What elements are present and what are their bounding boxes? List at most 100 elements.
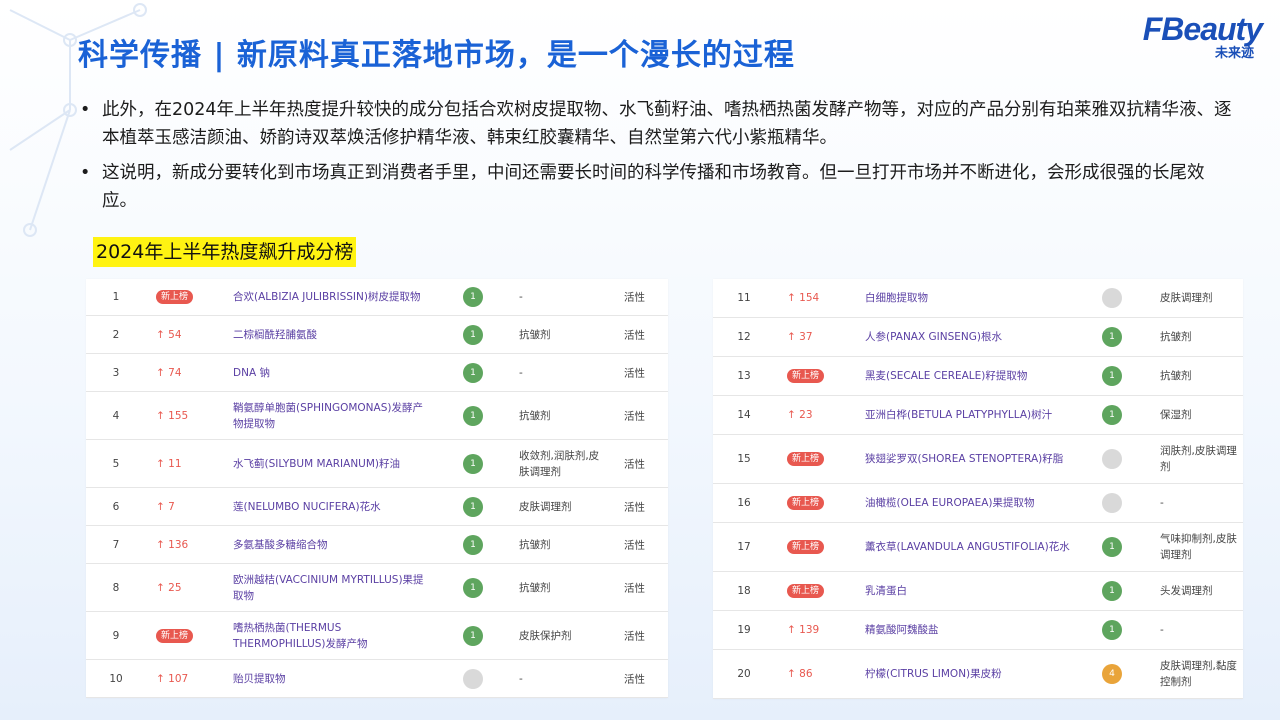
ingredient-name[interactable]: 人参(PANAX GINSENG)根水 [865,329,1070,345]
trend-indicator: ↑ 154 [787,292,820,304]
page-title: 科学传播 | 新原料真正落地市场，是一个漫长的过程 [78,38,795,73]
new-entry-badge: 新上榜 [787,452,825,466]
ranking-row: 11 ↑ 154 白细胞提取物 皮肤调理剂 [713,279,1243,318]
ingredient-name[interactable]: 油橄榄(OLEA EUROPAEA)果提取物 [865,495,1070,511]
safety-score-badge [1102,288,1122,308]
safety-score-badge: 1 [463,577,483,598]
trend-indicator: ↑ 7 [156,500,175,513]
safety-score-badge: 1 [463,362,483,383]
function-label: 抗皱剂 [1160,331,1192,343]
safety-score-badge: 1 [463,287,483,307]
rank-number: 3 [112,366,120,379]
ranking-row: 4 ↑ 155 鞘氨醇单胞菌(SPHINGOMONAS)发酵产物提取物 1 抗皱剂 活性 [86,392,668,440]
bullet-list: 此外，在2024年上半年热度提升较快的成分包括合欢树皮提取物、水飞蓟籽油、嗜热栖… [78,96,1238,222]
ingredient-name[interactable]: 乳清蛋白 [865,583,1070,599]
trend-indicator: 新上榜 [787,452,825,466]
function-label: - [1160,624,1164,636]
ingredient-name[interactable]: 薰衣草(LAVANDULA ANGUSTIFOLIA)花水 [865,539,1070,555]
ingredient-name[interactable]: 黑麦(SECALE CEREALE)籽提取物 [865,368,1070,384]
ingredient-name[interactable]: 贻贝提取物 [233,671,428,687]
safety-score-badge: 1 [463,453,483,474]
trend-indicator: ↑ 155 [156,409,189,422]
new-entry-badge: 新上榜 [787,584,825,598]
ingredient-name[interactable]: 狭翅娑罗双(SHOREA STENOPTERA)籽脂 [865,451,1070,467]
rank-number: 11 [737,292,751,304]
function-label: 皮肤调理剂 [519,500,572,513]
function-label: 头发调理剂 [1160,585,1213,597]
ingredient-name[interactable]: 亚洲白桦(BETULA PLATYPHYLLA)树汁 [865,407,1070,423]
rank-number: 2 [112,328,120,341]
ranking-row: 6 ↑ 7 莲(NELUMBO NUCIFERA)花水 1 皮肤调理剂 活性 [86,488,668,526]
safety-score-badge [1102,449,1122,469]
safety-score-badge: 1 [463,405,483,426]
ingredient-name[interactable]: 多氨基酸多糖缩合物 [233,537,428,553]
trend-indicator: ↑ 37 [787,331,813,343]
ranking-row: 18 新上榜 乳清蛋白 1 头发调理剂 [713,572,1243,611]
trend-indicator: ↑ 25 [156,581,182,594]
rank-number: 1 [112,291,120,303]
function-label: 抗皱剂 [519,328,551,341]
trend-indicator: ↑ 136 [156,538,189,551]
trend-indicator: ↑ 86 [787,668,813,680]
function-label: 抗皱剂 [519,538,551,551]
safety-score-badge: 1 [463,534,483,555]
safety-score-badge: 1 [1102,581,1122,601]
function-label: 抗皱剂 [1160,370,1192,382]
new-entry-badge: 新上榜 [156,628,194,643]
trend-indicator: 新上榜 [156,628,194,643]
rank-number: 12 [737,331,751,343]
rank-number: 6 [112,500,120,513]
ingredient-name[interactable]: 白细胞提取物 [865,290,1070,306]
rank-number: 16 [737,497,751,509]
new-entry-badge: 新上榜 [156,290,194,304]
new-entry-badge: 新上榜 [787,496,825,510]
ranking-row: 7 ↑ 136 多氨基酸多糖缩合物 1 抗皱剂 活性 [86,526,668,564]
ranking-row: 12 ↑ 37 人参(PANAX GINSENG)根水 1 抗皱剂 [713,318,1243,357]
ingredient-name[interactable]: 鞘氨醇单胞菌(SPHINGOMONAS)发酵产物提取物 [233,400,428,432]
rank-number: 8 [112,581,120,594]
trend-indicator: ↑ 74 [156,366,182,379]
ranking-row: 9 新上榜 嗜热栖热菌(THERMUS THERMOPHILLUS)发酵产物 1 皮肤保… [86,612,668,660]
ingredient-name[interactable]: 合欢(ALBIZIA JULIBRISSIN)树皮提取物 [233,289,428,305]
ingredient-name[interactable]: 莲(NELUMBO NUCIFERA)花水 [233,499,428,515]
rank-number: 7 [112,538,120,551]
trend-indicator: ↑ 23 [787,409,813,421]
rank-number: 13 [737,370,751,382]
ranking-row: 3 ↑ 74 DNA 钠 1 - 活性 [86,354,668,392]
function-label: 抗皱剂 [519,409,551,422]
ranking-row: 16 新上榜 油橄榄(OLEA EUROPAEA)果提取物 - [713,484,1243,523]
ranking-row: 1 新上榜 合欢(ALBIZIA JULIBRISSIN)树皮提取物 1 - 活性 [86,279,668,316]
ingredient-name[interactable]: 二棕榈酰羟脯氨酸 [233,327,428,343]
new-entry-badge: 新上榜 [787,540,825,554]
ingredient-name[interactable]: 欧洲越桔(VACCINIUM MYRTILLUS)果提取物 [233,572,428,604]
ingredient-name[interactable]: 水飞蓟(SILYBUM MARIANUM)籽油 [233,456,428,472]
trend-indicator: 新上榜 [787,369,825,383]
ingredient-type: 活性 [624,291,645,304]
safety-score-badge: 1 [1102,620,1122,640]
ranking-row: 8 ↑ 25 欧洲越桔(VACCINIUM MYRTILLUS)果提取物 1 抗皱剂 活性 [86,564,668,612]
ingredient-name[interactable]: DNA 钠 [233,365,428,381]
ingredient-type: 活性 [624,673,645,685]
rank-number: 18 [737,585,751,597]
ingredient-type: 活性 [624,501,645,513]
ranking-row: 15 新上榜 狭翅娑罗双(SHOREA STENOPTERA)籽脂 润肤剂,皮肤调理剂 [713,435,1243,484]
trend-indicator: ↑ 11 [156,457,182,470]
ranking-table-left: 1 新上榜 合欢(ALBIZIA JULIBRISSIN)树皮提取物 1 - 活性 2 ↑ 5… [86,279,668,698]
trend-indicator: 新上榜 [787,496,825,510]
safety-score-badge [1102,493,1122,513]
safety-score-badge: 1 [1102,366,1122,386]
ingredient-name[interactable]: 精氨酸阿魏酸盐 [865,622,1070,638]
rank-number: 9 [112,629,120,642]
ingredient-name[interactable]: 柠檬(CITRUS LIMON)果皮粉 [865,666,1070,682]
safety-score-badge: 1 [463,324,483,345]
ranking-row: 14 ↑ 23 亚洲白桦(BETULA PLATYPHYLLA)树汁 1 保湿剂 [713,396,1243,435]
ingredient-type: 活性 [624,630,645,642]
ingredient-name[interactable]: 嗜热栖热菌(THERMUS THERMOPHILLUS)发酵产物 [233,620,428,652]
ingredient-type: 活性 [624,410,645,422]
function-label: 气味抑制剂,皮肤调理剂 [1160,533,1237,561]
function-label: 保湿剂 [1160,409,1192,421]
ingredient-type: 活性 [624,582,645,594]
trend-indicator: 新上榜 [787,540,825,554]
trend-indicator: ↑ 54 [156,328,182,341]
brand-logo: FBeauty 未来迹 [1137,12,1263,62]
